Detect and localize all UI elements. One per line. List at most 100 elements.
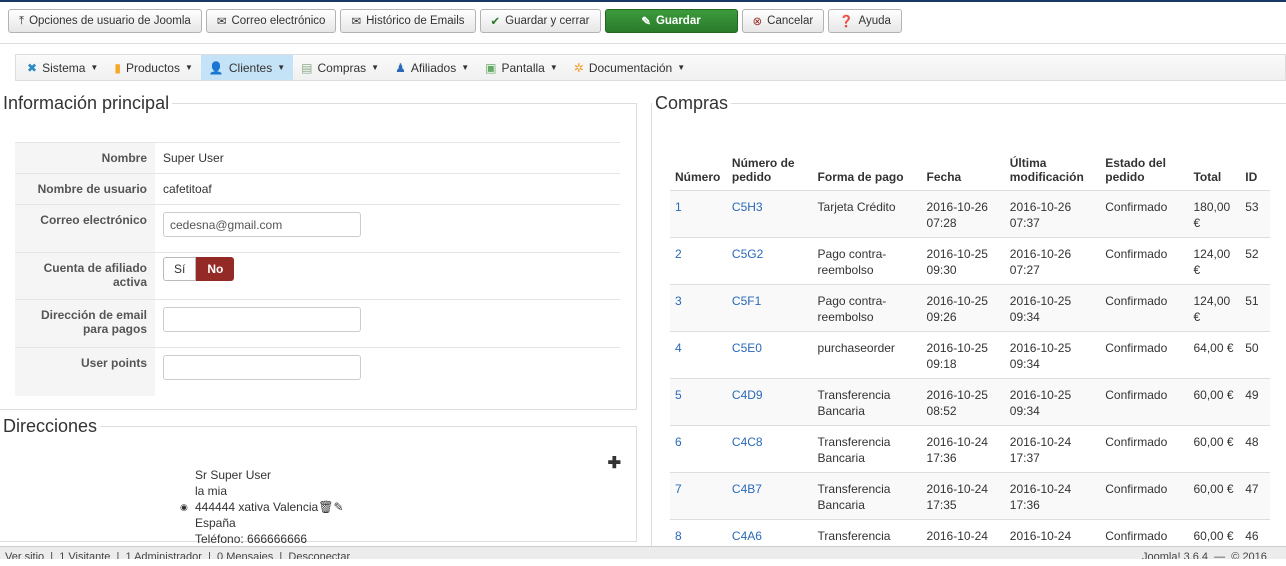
pencil-icon[interactable]: ✎ xyxy=(333,499,343,515)
save-close-button[interactable]: ✔ Guardar y cerrar xyxy=(479,9,601,33)
envelope-icon: ✉ xyxy=(216,16,227,28)
order-cell: C5H3 xyxy=(726,189,813,237)
admins-count: 1 Administrador xyxy=(125,551,202,559)
order-number-link[interactable]: 6 xyxy=(675,435,682,449)
order-cell: 2016-10-25 08:52 xyxy=(921,377,1005,425)
order-cell: 48 xyxy=(1240,424,1270,472)
order-row: 1 C5H3 Tarjeta Crédito 2016-10-26 07:28 2016… xyxy=(670,189,1270,237)
column-header: Fecha xyxy=(926,169,962,184)
order-row: 3 C5F1 Pago contra-reembolso 2016-10-25 09:… xyxy=(670,283,1270,331)
order-number-link[interactable]: 7 xyxy=(675,482,682,496)
view-site-link[interactable]: Ver sitio xyxy=(5,551,44,559)
order-row: 4 C5E0 purchaseorder 2016-10-25 09:18 2016-1… xyxy=(670,330,1270,378)
email-label: Correo electrónico xyxy=(15,205,155,252)
order-cell: C5E0 xyxy=(726,330,813,378)
default-address-radio[interactable]: ◉ xyxy=(180,499,190,515)
order-cell: 60,00 € xyxy=(1188,377,1241,425)
order-row: 6 C4C8 Transferencia Bancaria 2016-10-24 17… xyxy=(670,424,1270,472)
menu-sistema[interactable]: ✖ Sistema ▼ xyxy=(19,55,106,80)
addresses-panel: Direcciones ✚ Sr Super User la mia ◉ 4444… xyxy=(0,416,637,546)
order-cell: Transferencia Bancaria xyxy=(812,377,922,425)
order-code-link[interactable]: C5F1 xyxy=(732,294,761,308)
order-cell: 2016-10-25 09:26 xyxy=(921,283,1005,331)
order-cell: 2016-10-25 09:34 xyxy=(1004,283,1101,331)
order-cell: 2016-10-25 09:34 xyxy=(1004,377,1101,425)
order-cell: 2016-10-24 17:36 xyxy=(921,424,1005,472)
user-points-field[interactable] xyxy=(163,355,361,380)
order-code-link[interactable]: C4B7 xyxy=(732,482,762,496)
order-code-link[interactable]: C4D9 xyxy=(732,388,763,402)
version: Joomla! 3.6.4 xyxy=(1142,551,1209,559)
add-address-icon[interactable]: ✚ xyxy=(608,453,621,473)
no-option[interactable]: No xyxy=(196,257,235,281)
orders-panel: Compras Número Número de pedido Forma de p… xyxy=(651,93,1286,566)
order-cell: 49 xyxy=(1240,377,1270,425)
menu-compras[interactable]: ▤ Compras ▼ xyxy=(293,55,387,80)
order-code-link[interactable]: C4A6 xyxy=(732,529,762,543)
save-button[interactable]: ✎ Guardar xyxy=(604,9,738,33)
menu-label: Documentación xyxy=(588,60,673,75)
order-cell: Pago contra-reembolso xyxy=(812,236,922,284)
order-number-link[interactable]: 3 xyxy=(675,294,682,308)
order-cell: 2016-10-24 17:35 xyxy=(921,471,1005,519)
order-cell: Transferencia Bancaria xyxy=(812,424,922,472)
menu-documentación[interactable]: ✲ Documentación ▼ xyxy=(566,55,693,80)
order-cell: Confirmado xyxy=(1100,471,1189,519)
order-code-link[interactable]: C5G2 xyxy=(732,247,763,261)
lifebuoy-icon: ✲ xyxy=(573,60,584,75)
order-number-link[interactable]: 4 xyxy=(675,341,682,355)
menu-label: Sistema xyxy=(42,60,86,75)
order-cell: Confirmado xyxy=(1100,236,1189,284)
payment-email-label: Dirección de email para pagos xyxy=(15,300,155,347)
menu-afiliados[interactable]: ♟ Afiliados ▼ xyxy=(387,55,477,80)
messages-count[interactable]: 0 Mensajes xyxy=(217,551,273,559)
email-history-button[interactable]: ✉ Histórico de Emails xyxy=(340,9,476,33)
order-code-link[interactable]: C5E0 xyxy=(732,341,762,355)
address-block: Sr Super User la mia ◉ 444444 xativa Vale… xyxy=(180,467,344,547)
cancel-button[interactable]: ⊗ Cancelar xyxy=(741,9,825,33)
order-cell: 2016-10-24 17:36 xyxy=(1004,471,1101,519)
yes-option[interactable]: Sí xyxy=(163,257,197,281)
order-cell: C4D9 xyxy=(726,377,813,425)
order-cell: 2016-10-26 07:27 xyxy=(1004,236,1101,284)
cancel-icon: ⊗ xyxy=(752,16,763,28)
logout-link[interactable]: Desconectar xyxy=(288,551,350,559)
order-number-link[interactable]: 5 xyxy=(675,388,682,402)
order-cell: C4B7 xyxy=(726,471,813,519)
order-cell: 2016-10-26 07:37 xyxy=(1004,189,1101,237)
menu-clientes[interactable]: 👤 Clientes ▼ xyxy=(200,55,294,80)
order-cell: Confirmado xyxy=(1100,283,1189,331)
name-value: Super User xyxy=(163,151,224,165)
payment-email-field[interactable] xyxy=(163,307,361,332)
trash-icon[interactable]: 🗑 xyxy=(318,499,333,515)
user-options-button[interactable]: ⤒ Opciones de usuario de Joomla xyxy=(8,9,202,33)
order-cell: purchaseorder xyxy=(812,330,922,378)
order-cell: 2016-10-25 09:18 xyxy=(921,330,1005,378)
order-code-link[interactable]: C5H3 xyxy=(732,200,763,214)
order-cell: 52 xyxy=(1240,236,1270,284)
order-number-link[interactable]: 8 xyxy=(675,529,682,543)
toolbar: ⤒ Opciones de usuario de Joomla ✉ Correo e… xyxy=(8,9,902,33)
points-label: User points xyxy=(15,348,155,396)
menu-label: Compras xyxy=(317,60,367,75)
order-cell: 2016-10-26 07:28 xyxy=(921,189,1005,237)
order-number-link[interactable]: 2 xyxy=(675,247,682,261)
address-line: España xyxy=(195,516,236,530)
order-cell: Confirmado xyxy=(1100,377,1189,425)
caret-down-icon: ▼ xyxy=(677,63,686,72)
email-field[interactable] xyxy=(163,212,361,237)
order-cell: 124,00 € xyxy=(1188,283,1241,331)
menu-productos[interactable]: ▮ Productos ▼ xyxy=(106,55,201,80)
order-number-link[interactable]: 1 xyxy=(675,200,682,214)
help-button[interactable]: ❓ Ayuda xyxy=(828,9,902,33)
email-button[interactable]: ✉ Correo electrónico xyxy=(205,9,337,33)
edit-icon: ✎ xyxy=(641,16,651,28)
divider xyxy=(0,43,1286,44)
address-line: 444444 xativa Valencia xyxy=(195,500,319,514)
order-cell: Transferencia Bancaria xyxy=(812,471,922,519)
question-icon: ❓ xyxy=(839,16,854,28)
menu-pantalla[interactable]: ▣ Pantalla ▼ xyxy=(477,55,566,80)
order-code-link[interactable]: C4C8 xyxy=(732,435,763,449)
check-icon: ✔ xyxy=(490,16,501,28)
column-header: ID xyxy=(1245,169,1258,184)
